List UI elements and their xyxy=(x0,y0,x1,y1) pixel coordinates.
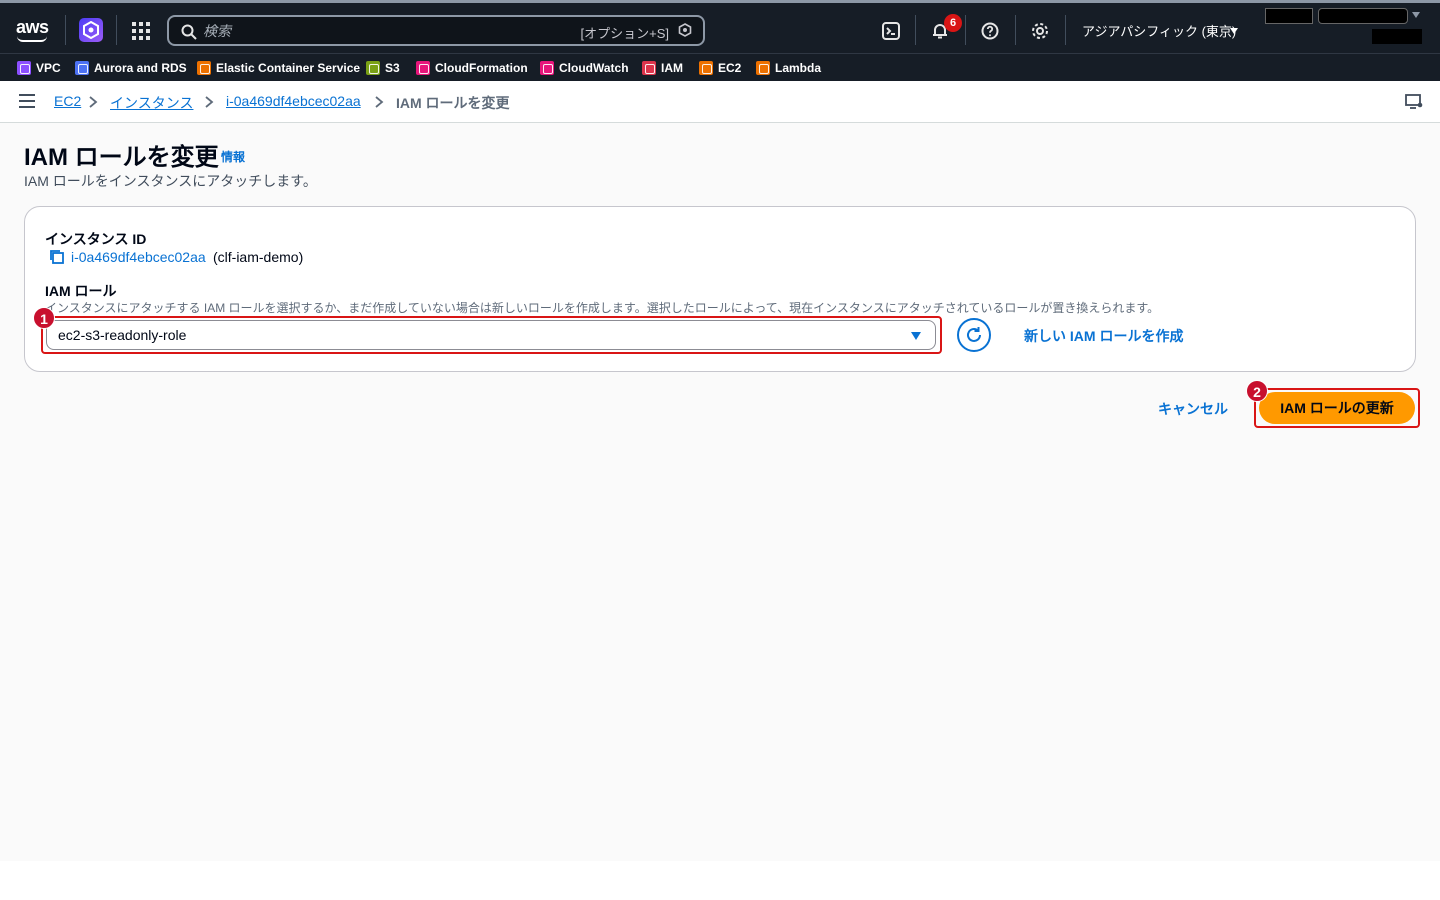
instance-id-label: インスタンス ID xyxy=(45,231,147,247)
help-icon[interactable] xyxy=(981,22,999,40)
fav-vpc[interactable]: VPC xyxy=(17,59,61,77)
iam-role-hint: インスタンスにアタッチする IAM ロールを選択するか、まだ作成していない場合は… xyxy=(45,301,1160,315)
fav-cloudformation[interactable]: CloudFormation xyxy=(416,59,528,77)
page-description: IAM ロールをインスタンスにアタッチします。 xyxy=(24,173,317,189)
refresh-button[interactable] xyxy=(957,318,991,352)
favorites-bar: VPC Aurora and RDS Elastic Container Ser… xyxy=(0,53,1440,81)
s3-icon xyxy=(366,61,380,75)
aws-logo[interactable]: aws xyxy=(16,17,49,38)
breadcrumb-instance-id[interactable]: i-0a469df4ebcec02aa xyxy=(226,93,361,109)
instance-id-link[interactable]: i-0a469df4ebcec02aa xyxy=(71,249,206,265)
grid-icon[interactable] xyxy=(132,22,150,40)
account-redacted[interactable] xyxy=(1265,8,1313,24)
fav-cloudwatch[interactable]: CloudWatch xyxy=(540,59,629,77)
highlight-box-2 xyxy=(1254,388,1420,428)
fav-s3[interactable]: S3 xyxy=(366,59,400,77)
refresh-icon xyxy=(967,327,981,342)
chevron-right-icon xyxy=(375,96,384,108)
create-iam-role-link[interactable]: 新しい IAM ロールを作成 xyxy=(1024,326,1183,346)
divider xyxy=(1015,15,1016,45)
rds-icon xyxy=(75,61,89,75)
highlight-box-1 xyxy=(41,316,942,354)
account-redacted[interactable] xyxy=(1318,8,1408,24)
chevron-right-icon xyxy=(89,96,98,108)
search-input[interactable] xyxy=(203,21,563,41)
aws-logo-smile xyxy=(17,36,47,42)
divider xyxy=(116,15,117,45)
shortcut-key-icon xyxy=(678,23,692,37)
lambda-icon xyxy=(756,61,770,75)
step-badge-2: 2 xyxy=(1246,380,1268,402)
account-redacted xyxy=(1372,29,1422,44)
breadcrumb-bar xyxy=(0,81,1440,123)
fav-aurora-rds[interactable]: Aurora and RDS xyxy=(75,59,187,77)
breadcrumb-instances[interactable]: インスタンス xyxy=(110,93,193,113)
vpc-icon xyxy=(17,61,31,75)
divider xyxy=(65,15,66,45)
cancel-button[interactable]: キャンセル xyxy=(1158,399,1228,419)
menu-icon[interactable] xyxy=(19,94,35,108)
ecs-icon xyxy=(197,61,211,75)
ec2-icon xyxy=(699,61,713,75)
fav-lambda[interactable]: Lambda xyxy=(756,59,821,77)
divider xyxy=(1065,15,1066,45)
account-caret-icon xyxy=(1412,12,1420,18)
gear-icon[interactable] xyxy=(1031,22,1049,40)
cloudformation-icon xyxy=(416,61,430,75)
iam-icon xyxy=(642,61,656,75)
iam-role-label: IAM ロール xyxy=(45,283,117,299)
breadcrumb-current: IAM ロールを変更 xyxy=(396,95,510,111)
notification-count-badge: 6 xyxy=(944,14,962,32)
chevron-right-icon xyxy=(205,96,214,108)
region-caret-icon xyxy=(1230,28,1238,34)
copy-icon[interactable] xyxy=(49,249,65,265)
fav-ec2[interactable]: EC2 xyxy=(699,59,741,77)
breadcrumb-ec2[interactable]: EC2 xyxy=(54,93,81,109)
fav-ecs[interactable]: Elastic Container Service xyxy=(197,59,360,77)
search-box[interactable]: [オプション+S] xyxy=(167,15,705,46)
cloudshell-icon[interactable] xyxy=(882,22,900,40)
info-link[interactable]: 情報 xyxy=(221,148,245,165)
cloudwatch-icon xyxy=(540,61,554,75)
app-icon[interactable] xyxy=(79,18,103,42)
search-shortcut: [オプション+S] xyxy=(580,26,670,41)
divider xyxy=(915,15,916,45)
fav-iam[interactable]: IAM xyxy=(642,59,683,77)
step-badge-1: 1 xyxy=(33,307,55,329)
page-title: IAM ロールを変更 xyxy=(24,144,219,171)
top-navigation-bar: aws [オプション+S] 6 アジアパシフィック (東京) xyxy=(0,0,1440,53)
panel-toggle-icon[interactable] xyxy=(1405,94,1423,110)
region-selector[interactable]: アジアパシフィック (東京) xyxy=(1082,21,1236,40)
divider xyxy=(965,15,966,45)
search-icon xyxy=(181,24,197,40)
instance-name: (clf-iam-demo) xyxy=(213,249,304,265)
